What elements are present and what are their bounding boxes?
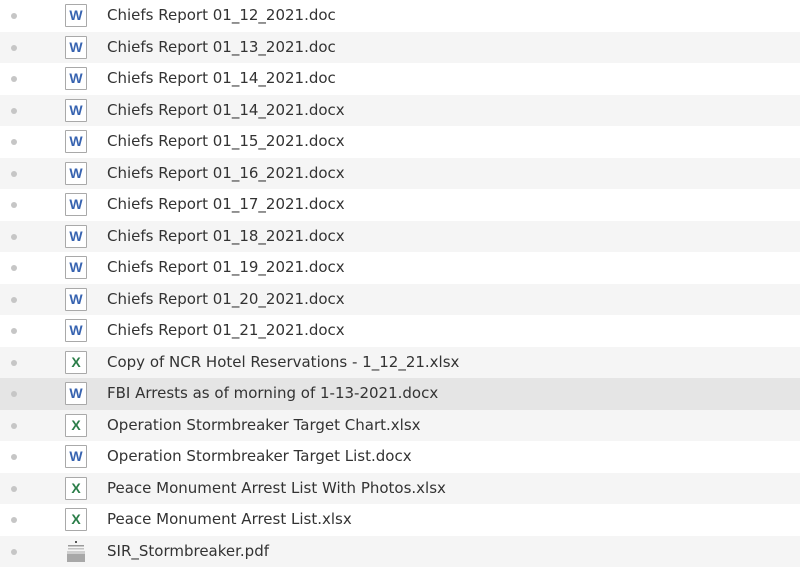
word-icon: W	[65, 382, 87, 405]
file-row[interactable]: W Chiefs Report 01_15_2021.docx	[0, 126, 800, 158]
word-icon: W	[65, 224, 87, 248]
file-name[interactable]: Operation Stormbreaker Target Chart.xlsx	[107, 410, 421, 442]
row-bullet-icon	[11, 233, 17, 240]
file-row[interactable]: W Chiefs Report 01_13_2021.doc	[0, 31, 800, 64]
file-name[interactable]: Peace Monument Arrest List With Photos.x…	[107, 473, 446, 505]
file-row[interactable]: X Copy of NCR Hotel Reservations - 1_12_2…	[0, 346, 800, 379]
row-bullet-icon	[11, 170, 17, 177]
row-bullet-icon	[11, 548, 17, 555]
file-name[interactable]: Chiefs Report 01_20_2021.docx	[107, 284, 345, 316]
word-icon: W	[65, 287, 87, 311]
word-icon: W	[65, 445, 87, 468]
file-name[interactable]: Chiefs Report 01_17_2021.docx	[107, 189, 345, 221]
file-name[interactable]: SIR_Stormbreaker.pdf	[107, 536, 269, 567]
word-icon: W	[65, 130, 87, 153]
word-icon: W	[65, 98, 87, 122]
file-row[interactable]: W Chiefs Report 01_17_2021.docx	[0, 189, 800, 221]
file-row[interactable]: W Chiefs Report 01_14_2021.doc	[0, 63, 800, 95]
file-row[interactable]: W Chiefs Report 01_19_2021.docx	[0, 252, 800, 284]
row-bullet-icon	[11, 139, 17, 145]
excel-icon: X	[65, 508, 87, 531]
file-row[interactable]: W FBI Arrests as of morning of 1-13-2021.…	[0, 378, 800, 410]
file-row[interactable]: W Chiefs Report 01_14_2021.docx	[0, 94, 800, 127]
row-bullet-icon	[11, 44, 17, 51]
row-bullet-icon	[11, 76, 17, 82]
row-bullet-icon	[11, 107, 17, 114]
row-bullet-icon	[11, 202, 17, 208]
file-name[interactable]: Chiefs Report 01_14_2021.docx	[107, 95, 345, 127]
excel-icon: X	[65, 413, 87, 437]
pdf-icon	[65, 540, 87, 563]
file-row[interactable]: W Chiefs Report 01_21_2021.docx	[0, 315, 800, 347]
file-row[interactable]: W Chiefs Report 01_12_2021.doc	[0, 0, 800, 32]
file-row[interactable]: X Peace Monument Arrest List.xlsx	[0, 504, 800, 536]
row-bullet-icon	[11, 296, 17, 303]
file-row[interactable]: X Operation Stormbreaker Target Chart.xls…	[0, 409, 800, 442]
word-icon: W	[65, 4, 87, 27]
file-name[interactable]: Chiefs Report 01_19_2021.docx	[107, 252, 345, 284]
file-name[interactable]: Chiefs Report 01_13_2021.doc	[107, 32, 336, 64]
excel-icon: X	[65, 476, 87, 500]
file-name[interactable]: Copy of NCR Hotel Reservations - 1_12_21…	[107, 347, 459, 379]
file-name[interactable]: FBI Arrests as of morning of 1-13-2021.d…	[107, 378, 438, 410]
word-icon: W	[65, 319, 87, 342]
file-name[interactable]: Chiefs Report 01_21_2021.docx	[107, 315, 345, 347]
file-row[interactable]: X Peace Monument Arrest List With Photos.…	[0, 472, 800, 505]
file-name[interactable]: Chiefs Report 01_12_2021.doc	[107, 0, 336, 32]
file-list: W Chiefs Report 01_12_2021.doc W Chiefs Rep…	[0, 0, 800, 567]
word-icon: W	[65, 193, 87, 216]
row-bullet-icon	[11, 13, 17, 19]
row-bullet-icon	[11, 422, 17, 429]
file-name[interactable]: Chiefs Report 01_15_2021.docx	[107, 126, 345, 158]
word-icon: W	[65, 35, 87, 59]
file-name[interactable]: Operation Stormbreaker Target List.docx	[107, 441, 412, 473]
row-bullet-icon	[11, 359, 17, 366]
file-row[interactable]: W Chiefs Report 01_20_2021.docx	[0, 283, 800, 316]
row-bullet-icon	[11, 454, 17, 460]
file-row[interactable]: W Operation Stormbreaker Target List.docx	[0, 441, 800, 473]
file-name[interactable]: Peace Monument Arrest List.xlsx	[107, 504, 352, 536]
row-bullet-icon	[11, 328, 17, 334]
row-bullet-icon	[11, 517, 17, 523]
file-name[interactable]: Chiefs Report 01_14_2021.doc	[107, 63, 336, 95]
file-row[interactable]: SIR_Stormbreaker.pdf	[0, 535, 800, 567]
row-bullet-icon	[11, 265, 17, 271]
file-name[interactable]: Chiefs Report 01_18_2021.docx	[107, 221, 345, 253]
row-bullet-icon	[11, 391, 17, 397]
file-row[interactable]: W Chiefs Report 01_18_2021.docx	[0, 220, 800, 253]
word-icon: W	[65, 67, 87, 90]
row-bullet-icon	[11, 485, 17, 492]
word-icon: W	[65, 256, 87, 279]
file-name[interactable]: Chiefs Report 01_16_2021.docx	[107, 158, 345, 190]
word-icon: W	[65, 161, 87, 185]
file-row[interactable]: W Chiefs Report 01_16_2021.docx	[0, 157, 800, 190]
excel-icon: X	[65, 350, 87, 374]
